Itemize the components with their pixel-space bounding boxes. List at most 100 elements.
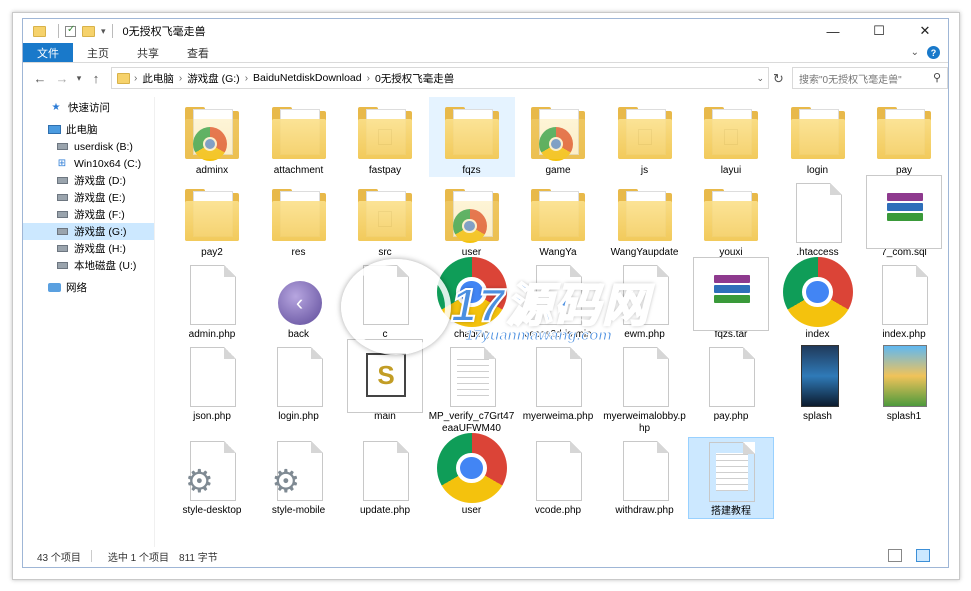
file-item[interactable]: splash [775,343,861,423]
breadcrumb-baidu-download[interactable]: BaiduNetdiskDownload [248,72,367,84]
refresh-icon[interactable]: ↻ [773,71,784,87]
file-item[interactable]: fqzs [428,97,515,177]
back-arrow-icon[interactable]: ← [29,71,51,86]
file-item[interactable]: attachment [256,97,342,177]
file-item[interactable]: admin.php [169,261,255,341]
file-item[interactable]: user [429,179,515,259]
close-button[interactable]: ✕ [902,19,948,43]
file-item[interactable]: fqzs.tar [688,257,774,341]
file-item[interactable]: 7_com.sql [861,175,947,259]
address-bar[interactable]: › 此电脑 › 游戏盘 (G:) › BaiduNetdiskDownload … [111,67,769,89]
file-item[interactable]: myerweima.php [515,343,601,423]
file-item[interactable]: ⚙ style-mobile [256,437,342,517]
sidebar-item-network[interactable]: 网络 [23,279,154,296]
search-input[interactable]: 搜索"0无授权飞毫走兽" ⚲ [792,67,948,89]
forward-arrow-icon[interactable]: → [51,71,73,86]
file-name: fqzs [462,165,481,176]
file-item[interactable]: login [775,97,861,177]
file-item[interactable]: src [342,179,428,259]
file-item[interactable]: vcode.php [515,437,601,517]
sidebar-item-drive-h[interactable]: 游戏盘 (H:) [23,240,154,257]
file-icon [527,261,589,327]
file-name: index.php [882,329,926,340]
file-item[interactable]: pay [861,97,947,177]
file-item[interactable]: ‹ back [256,261,342,341]
file-item[interactable]: pay.php [688,343,774,423]
file-item[interactable]: pay2 [169,179,255,259]
sidebar-item-drive-e[interactable]: 游戏盘 (E:) [23,189,154,206]
file-item[interactable]: index.php [861,261,947,341]
sidebar-item-drive-g[interactable]: 游戏盘 (G:) [23,223,154,240]
breadcrumb-current-folder[interactable]: 0无授权飞毫走兽 [370,71,459,86]
selection-size: 811 字节 [179,552,218,564]
file-name: myerweima.php [522,411,594,422]
sidebar-item-this-pc[interactable]: 此电脑 [23,121,154,138]
file-icon [354,437,416,503]
file-item[interactable]: youxi [688,179,774,259]
file-item[interactable]: WangYaupdate [602,179,688,259]
file-name: withdraw.php [615,505,674,516]
tab-view[interactable]: 查看 [173,43,223,62]
file-item[interactable]: WangYa [515,179,601,259]
properties-check-icon[interactable] [65,24,76,37]
sidebar-item-drive-b[interactable]: userdisk (B:) [23,138,154,155]
file-item[interactable]: chading [429,257,515,341]
large-icons-view-icon[interactable] [916,549,930,562]
file-icon [527,437,589,503]
folder-icon [33,25,46,37]
file-item[interactable]: game [515,97,601,177]
customize-quick-access-icon[interactable]: ▾ [101,26,106,37]
file-item[interactable]: withdraw.php [602,437,688,517]
file-item[interactable]: login.php [256,343,342,423]
file-name: style-mobile [271,505,326,516]
file-name: user [461,505,482,516]
folder-icon [614,179,676,245]
expand-ribbon-icon[interactable]: ⌄ [911,47,919,58]
file-item[interactable]: update.php [342,437,428,517]
sidebar-item-quick-access[interactable]: ★ 快速访问 [23,99,154,116]
address-dropdown-icon[interactable]: ⌄ [756,73,764,84]
recent-locations-icon[interactable]: ▾ [73,73,85,84]
file-item[interactable]: ewm.php [602,261,688,341]
sidebar-item-drive-c[interactable]: ⊞ Win10x64 (C:) [23,155,154,172]
file-name: login [806,165,829,176]
help-icon[interactable]: ? [927,46,940,59]
ribbon-tabs: 文件 主页 共享 查看 ⌄ ? [23,43,948,63]
file-item[interactable]: ⚙ style-desktop [169,437,255,517]
file-item[interactable]: res [256,179,342,259]
minimize-button[interactable]: — [810,19,856,43]
search-icon[interactable]: ⚲ [933,71,941,84]
breadcrumb-drive-g[interactable]: 游戏盘 (G:) [182,71,245,86]
file-item[interactable]: 搭建教程 [688,437,774,519]
file-name: splash1 [886,411,922,422]
tab-home[interactable]: 主页 [73,43,123,62]
file-item[interactable]: user [429,433,515,517]
file-item[interactable]: adminx [169,97,255,177]
file-item[interactable]: index [775,257,861,341]
file-icon [268,343,330,409]
file-item[interactable]: cocos2d-js-min [515,261,601,341]
breadcrumb-this-pc[interactable]: 此电脑 [137,71,179,86]
network-icon [47,282,61,293]
file-item[interactable]: c [342,261,428,341]
file-item[interactable]: json.php [169,343,255,423]
file-item[interactable]: myerweimalobby.php [602,343,688,435]
file-item[interactable]: js [602,97,688,177]
drive-icon [55,175,69,186]
tab-share[interactable]: 共享 [123,43,173,62]
tab-file[interactable]: 文件 [23,43,73,62]
file-item[interactable]: Smain [342,339,428,423]
new-folder-icon[interactable] [82,25,95,37]
file-item[interactable]: .htaccess [775,179,861,259]
file-item[interactable]: splash1 [861,343,947,423]
file-icon [614,261,676,327]
file-item[interactable]: MP_verify_c7Grt47eaaUFWM40 [429,343,515,435]
file-item[interactable]: fastpay [342,97,428,177]
file-item[interactable]: layui [688,97,774,177]
sidebar-item-drive-u[interactable]: 本地磁盘 (U:) [23,257,154,274]
details-view-icon[interactable] [888,549,902,562]
maximize-button[interactable]: ☐ [856,19,902,43]
sidebar-item-drive-d[interactable]: 游戏盘 (D:) [23,172,154,189]
up-arrow-icon[interactable]: ↑ [85,71,107,86]
sidebar-item-drive-f[interactable]: 游戏盘 (F:) [23,206,154,223]
